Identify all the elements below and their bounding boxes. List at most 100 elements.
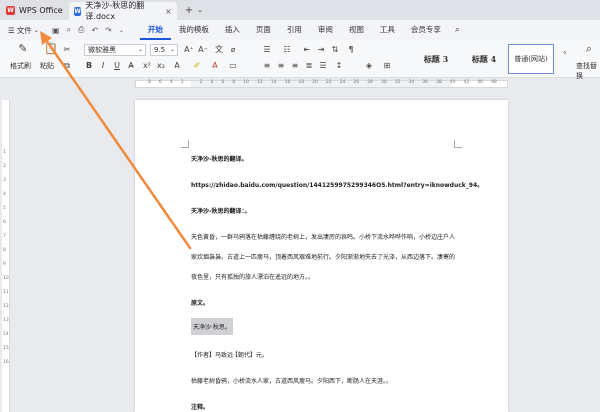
- ruler-tick-label: 20: [312, 80, 318, 85]
- phonetic-guide-icon[interactable]: 文: [214, 45, 224, 55]
- strikethrough-icon[interactable]: A̶: [126, 61, 136, 71]
- tab-review[interactable]: 审阅: [310, 20, 341, 40]
- paragraph[interactable]: 天色黄昏，一群乌鸦落在枯藤缠绕的老树上，发出凄厉的哀鸣。小桥下流水哗哗作响，小桥…: [191, 232, 455, 241]
- shrink-font-icon[interactable]: A⁻: [198, 45, 208, 55]
- search-icon[interactable]: ⌕: [455, 25, 460, 35]
- document-tab[interactable]: W 天净沙-秋思的翻译.docx ×: [68, 1, 177, 21]
- ruler-tick-label: 48: [491, 80, 497, 85]
- subscript-icon[interactable]: x₂: [156, 61, 166, 71]
- ruler-tick-label: 2: [180, 80, 184, 85]
- vertical-ruler[interactable]: 1 2 3 4 5 6 7 8 9 10 11 12 13 14 15 16: [2, 100, 10, 412]
- vertical-ruler-tick-label: 3: [3, 178, 6, 183]
- tab-references[interactable]: 引用: [279, 20, 310, 40]
- style-heading3[interactable]: 标题 3: [412, 44, 460, 74]
- paragraph-link[interactable]: https://zhidao.baidu.com/question/144125…: [191, 180, 483, 189]
- find-replace-icon[interactable]: ⌕: [582, 43, 596, 58]
- bullet-list-icon[interactable]: ☰: [262, 45, 272, 55]
- hamburger-icon: ☰: [8, 25, 15, 35]
- bold-icon[interactable]: B: [84, 61, 94, 71]
- vertical-ruler-tick-label: 4: [3, 192, 6, 197]
- paragraph[interactable]: 注释。: [191, 402, 209, 411]
- clear-format-icon[interactable]: ⌀: [228, 45, 238, 55]
- title-bar: W WPS Office W 天净沙-秋思的翻译.docx × + ⌄: [0, 0, 600, 21]
- document-page[interactable]: 天净沙-秋思的翻译。 https://zhidao.baidu.com/ques…: [135, 100, 508, 412]
- selected-paragraph[interactable]: 天净沙·秋思。: [191, 318, 233, 335]
- superscript-icon[interactable]: x²: [142, 61, 152, 71]
- paragraph[interactable]: 天净沙-秋思的翻译。: [191, 154, 248, 163]
- distribute-icon[interactable]: ☰: [318, 61, 328, 71]
- align-right-icon[interactable]: ≡: [290, 61, 300, 71]
- vertical-ruler-tick-label: 16: [3, 360, 9, 365]
- align-center-icon[interactable]: ≡: [276, 61, 286, 71]
- undo-icon[interactable]: ↶: [91, 26, 98, 35]
- tab-insert[interactable]: 插入: [217, 20, 248, 40]
- shading-icon[interactable]: ◈: [364, 61, 374, 71]
- ruler-numbers: 8 6 4 2 2 4 6 8 10 12 14 16 18 20 22 24 26 28 30 32 34 36 38 40…: [136, 80, 509, 85]
- line-spacing-icon[interactable]: ↕: [334, 61, 344, 71]
- show-marks-icon[interactable]: ¶: [346, 45, 356, 55]
- text-effect-icon[interactable]: A: [172, 61, 182, 71]
- paragraph[interactable]: 【作者】马致远·【朝代】元。: [191, 350, 268, 359]
- style-heading4[interactable]: 标题 4: [462, 44, 506, 74]
- new-tab-button[interactable]: +: [185, 5, 193, 16]
- copy-icon[interactable]: ⧉: [62, 61, 72, 71]
- grow-font-icon[interactable]: A⁺: [184, 45, 194, 55]
- tab-home[interactable]: 开始: [139, 20, 171, 40]
- quick-access-chevron-icon[interactable]: ⌄: [119, 27, 124, 34]
- paragraph[interactable]: 夜色里，只有孤独的旅人漂泊在遥远的地方。。: [191, 272, 314, 281]
- tab-my-templates[interactable]: 我的模板: [171, 20, 217, 40]
- style-normal-web[interactable]: 普通(网站): [508, 44, 554, 74]
- sort-icon[interactable]: ⇅: [330, 45, 340, 55]
- paragraph[interactable]: 家炊烟袅袅。古道上一匹瘦马，顶着西风艰难地前行。夕阳渐渐地失去了光泽，从西边落下…: [191, 252, 455, 261]
- format-icon[interactable]: ⌕: [67, 25, 71, 35]
- vertical-ruler-tick-label: 6: [3, 220, 6, 225]
- decrease-indent-icon[interactable]: ⇤: [302, 45, 312, 55]
- file-menu-label: 文件: [16, 25, 32, 35]
- close-tab-icon[interactable]: ×: [165, 7, 172, 16]
- italic-icon[interactable]: I: [98, 61, 108, 71]
- file-menu-button[interactable]: ☰ 文件 ⌄: [0, 25, 48, 36]
- ruler-tick-label: 22: [325, 80, 332, 85]
- tab-tools[interactable]: 工具: [372, 20, 403, 40]
- format-painter-label[interactable]: 格式刷: [10, 61, 31, 71]
- paragraph[interactable]: 天净沙-秋思的翻译：。: [191, 206, 251, 215]
- font-size-value: 9.5: [154, 46, 166, 54]
- char-border-icon[interactable]: ▭: [228, 61, 238, 71]
- paste-label[interactable]: 粘贴: [40, 61, 54, 71]
- justify-icon[interactable]: ≣: [304, 61, 314, 71]
- numbered-list-icon[interactable]: ☷: [282, 45, 292, 55]
- font-color-icon[interactable]: A: [210, 61, 220, 71]
- tab-list-chevron-icon[interactable]: ⌄: [197, 6, 203, 14]
- ruler-tick-label: 36: [422, 80, 428, 85]
- ruler-tick-label: 28: [367, 80, 373, 85]
- font-family-select[interactable]: 微软雅黑 ⌄: [84, 44, 146, 56]
- paragraph[interactable]: 枯藤老树昏鸦，小桥流水人家，古道西风瘦马。夕阳西下，断肠人在天涯。。: [191, 376, 392, 385]
- horizontal-ruler[interactable]: 8 6 4 2 2 4 6 8 10 12 14 16 18 20 22 24 26 28 30 32 34 36 38 40…: [135, 80, 508, 88]
- align-left-icon[interactable]: ≡: [262, 61, 272, 71]
- print-icon[interactable]: ⎙: [78, 25, 84, 35]
- tab-member[interactable]: 会员专享: [403, 20, 449, 40]
- ruler-tick-label: 6: [221, 80, 225, 85]
- ribbon-tabs: 开始 我的模板 插入 页面 引用 审阅 视图 工具 会员专享: [139, 20, 449, 40]
- tab-view[interactable]: 视图: [341, 20, 372, 40]
- ruler-tick-label: 6: [158, 80, 162, 85]
- ruler-tick-label: 14: [270, 80, 277, 85]
- paintbrush-icon[interactable]: ✎: [16, 43, 30, 58]
- vertical-ruler-tick-label: 5: [3, 206, 6, 211]
- highlight-icon[interactable]: ✐: [192, 61, 202, 71]
- scissors-icon[interactable]: ✂: [62, 45, 72, 55]
- tab-page[interactable]: 页面: [248, 20, 279, 40]
- styles-scroll-icon[interactable]: ›: [560, 48, 570, 58]
- font-size-select[interactable]: 9.5 ⌄: [150, 44, 178, 56]
- save-icon[interactable]: ▣: [52, 26, 60, 35]
- find-replace-label[interactable]: 查找替换: [576, 61, 600, 81]
- clipboard-icon[interactable]: 📋: [44, 43, 58, 58]
- paragraph[interactable]: 原文。: [191, 298, 209, 307]
- document-tab-title: 天净沙-秋思的翻译.docx: [85, 1, 145, 21]
- app-home-tab[interactable]: W WPS Office: [0, 0, 69, 20]
- ruler-tick-label: 24: [339, 80, 346, 85]
- increase-indent-icon[interactable]: ⇥: [316, 45, 326, 55]
- redo-icon[interactable]: ↷: [105, 26, 112, 35]
- borders-icon[interactable]: ⊞: [382, 61, 392, 71]
- underline-icon[interactable]: U: [112, 61, 122, 71]
